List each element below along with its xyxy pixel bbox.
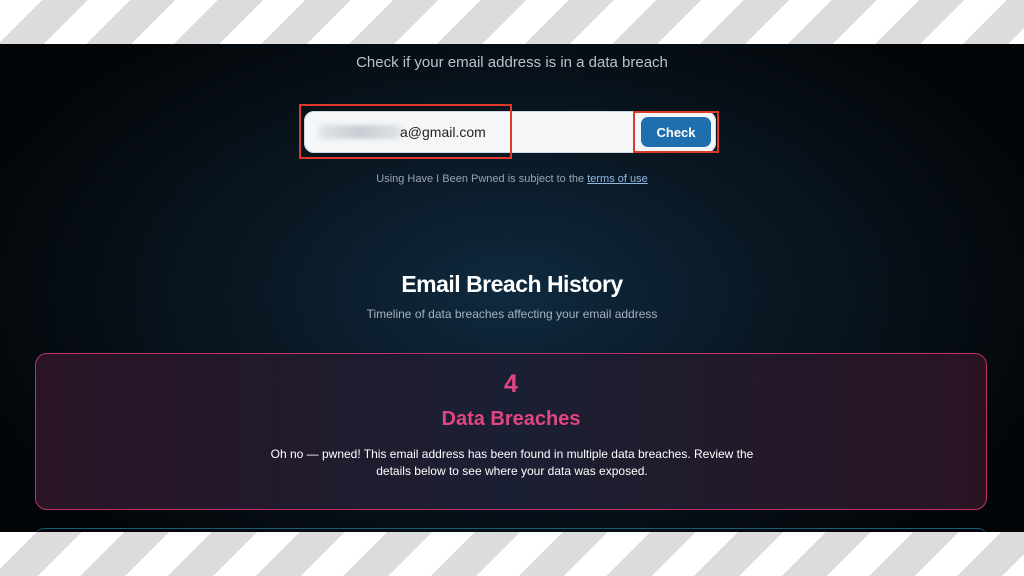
check-button[interactable]: Check: [641, 117, 711, 147]
breach-count-label: Data Breaches: [441, 408, 581, 430]
next-card-edge: [35, 528, 987, 532]
pwned-message: Oh no — pwned! This email address has be…: [270, 447, 754, 478]
email-input[interactable]: a@gmail.com: [400, 111, 486, 153]
breach-history-subtitle: Timeline of data breaches affecting your…: [366, 307, 658, 321]
page-headline: Check if your email address is in a data…: [356, 54, 668, 71]
site-frame: Check if your email address is in a data…: [0, 44, 1024, 532]
terms-prefix: Using Have I Been Pwned is subject to th…: [376, 173, 588, 185]
terms-of-use-link[interactable]: terms of use: [587, 173, 648, 185]
redacted-email-part: [318, 125, 402, 139]
breach-summary-card: 4 Data Breaches Oh no — pwned! This emai…: [35, 353, 987, 510]
breach-count: 4: [504, 370, 518, 398]
terms-notice: Using Have I Been Pwned is subject to th…: [0, 173, 1024, 185]
breach-history-title: Email Breach History: [401, 271, 623, 297]
email-search-box: a@gmail.com Check: [304, 111, 716, 153]
